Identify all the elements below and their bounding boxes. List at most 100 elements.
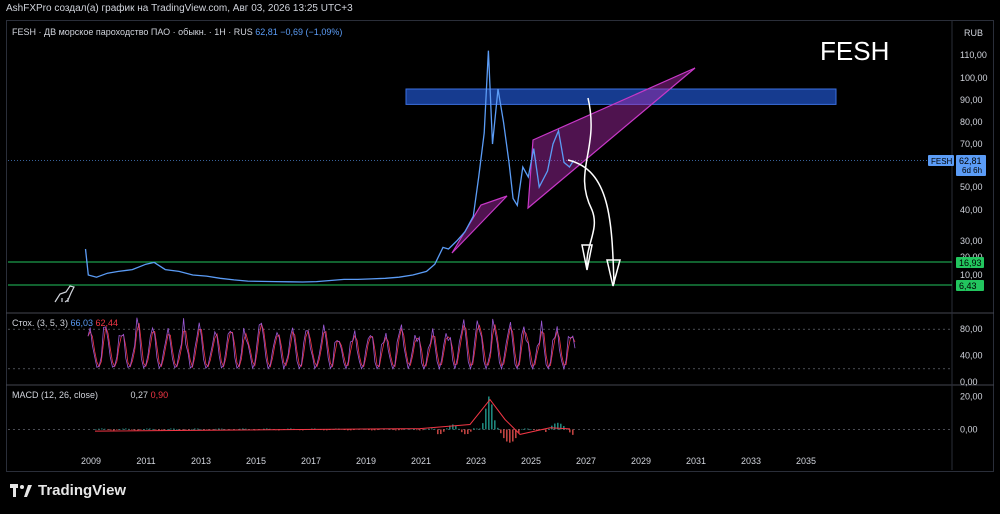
legend-change: −0,69 (−1,09%) [280,27,343,37]
macd-histogram-bar [572,429,574,435]
macd-histogram-bar [368,429,370,431]
macd-histogram-bar [167,429,169,430]
macd-histogram-bar [458,428,460,430]
macd-histogram-bar [239,428,241,430]
macd-histogram-bar [134,429,136,431]
macd-histogram-bar [119,429,121,430]
macd-histogram-bar [512,429,514,442]
y-tick-label: 30,00 [960,236,983,246]
macd-histogram-bar [392,429,394,431]
macd-histogram-bar [467,429,469,434]
macd-histogram-bar [170,428,172,430]
macd-histogram-bar [242,428,244,430]
macd-histogram-bar [485,408,487,430]
y-tick-label: 10,00 [960,270,983,280]
macd-histogram-bar [464,429,466,435]
macd-histogram-bar [497,427,499,430]
tradingview-logo[interactable]: TradingView [10,482,126,499]
x-tick-label: 2035 [796,456,816,466]
macd-histogram-bar [479,428,481,430]
stoch-tick-label: 40,00 [960,351,983,361]
macd-histogram-bar [509,429,511,443]
macd-histogram-bar [101,428,103,430]
macd-histogram-bar [143,429,145,430]
macd-histogram-bar [200,429,202,430]
triangle-pattern-1 [451,195,508,254]
macd-histogram-bar [422,429,424,431]
y-tick-label: 70,00 [960,139,983,149]
y-tick-label: 100,00 [960,73,988,83]
macd-histogram-bar [194,428,196,430]
macd-legend: MACD (12, 26, close) 0,27 0,90 [12,390,168,400]
chart-svg[interactable]: 110,00100,0090,0080,0070,0060,0050,0040,… [0,0,1000,514]
macd-histogram-bar [527,428,529,430]
x-tick-label: 2013 [191,456,211,466]
symbol-badge-text: FESH [931,157,953,166]
macd-histogram-bar [398,429,400,431]
macd-histogram-bar [374,429,376,431]
macd-histogram-bar [146,428,148,430]
macd-histogram-bar [437,429,439,435]
macd-label: MACD (12, 26, close) [12,390,99,400]
macd-histogram-bar [140,429,142,431]
macd-histogram-bar [155,429,157,431]
macd-histogram-bar [548,428,550,430]
stoch-tick-label: 0,00 [960,377,978,387]
y-tick-label: 80,00 [960,117,983,127]
x-tick-label: 2017 [301,456,321,466]
legend-title: FESH · ДВ морское пароходство ПАО · обык… [12,27,253,37]
macd-histogram-bar [173,428,175,430]
macd-histogram-bar [482,423,484,430]
macd-histogram-bar [476,428,478,430]
macd-histogram-bar [419,429,421,431]
chart-window: AshFXPro создал(а) график на TradingView… [0,0,1000,514]
macd-histogram-bar [446,428,448,430]
macd-histogram-bar [533,429,535,431]
macd-histogram-bar [416,429,418,431]
symbol-annotation: FESH [820,36,890,66]
stoch-d-line [87,322,576,369]
x-tick-label: 2019 [356,456,376,466]
macd-histogram-bar [245,428,247,430]
macd-histogram-bar [371,429,373,431]
price-badge-sub: 6d 6h [962,166,982,175]
macd-histogram-bar [218,428,220,430]
macd-tick-label: 20,00 [960,391,983,401]
x-tick-label: 2021 [411,456,431,466]
macd-histogram-bar [440,429,442,435]
macd-histogram-bar [434,428,436,430]
x-tick-label: 2009 [81,456,101,466]
macd-histogram-bar [122,428,124,430]
macd-histogram-bar [491,404,493,430]
macd-histogram-bar [530,429,532,430]
stoch-label: Стох. (3, 5, 3) [12,318,68,328]
stoch-tick-label: 80,00 [960,324,983,334]
macd-histogram-bar [128,428,130,430]
stoch-d-value: 62,44 [95,318,119,328]
macd-tick-label: 0,00 [960,424,978,434]
macd-histogram-bar [401,429,403,431]
macd-histogram-bar [389,429,391,430]
y-tick-label: 110,00 [960,50,987,60]
dino-icon [54,285,75,303]
currency-label: RUB [964,28,983,38]
macd-histogram-bar [191,428,193,430]
macd-histogram-bar [500,429,502,434]
x-tick-label: 2025 [521,456,541,466]
stoch-k-line [87,317,576,371]
macd-histogram-bar [149,428,151,430]
macd-value-2: 0,90 [150,390,169,400]
x-tick-label: 2027 [576,456,596,466]
macd-histogram-bar [506,429,508,442]
macd-histogram-bar [197,428,199,430]
tradingview-logo-icon [10,483,32,497]
macd-histogram-bar [524,428,526,430]
tradingview-logo-text: TradingView [38,482,127,499]
x-tick-label: 2031 [686,456,706,466]
macd-histogram-bar [425,429,427,430]
macd-histogram-bar [461,429,463,433]
macd-histogram-bar [377,429,379,431]
macd-histogram-bar [95,429,97,431]
main-legend: FESH · ДВ морское пароходство ПАО · обык… [12,27,342,37]
price-line [84,50,575,283]
